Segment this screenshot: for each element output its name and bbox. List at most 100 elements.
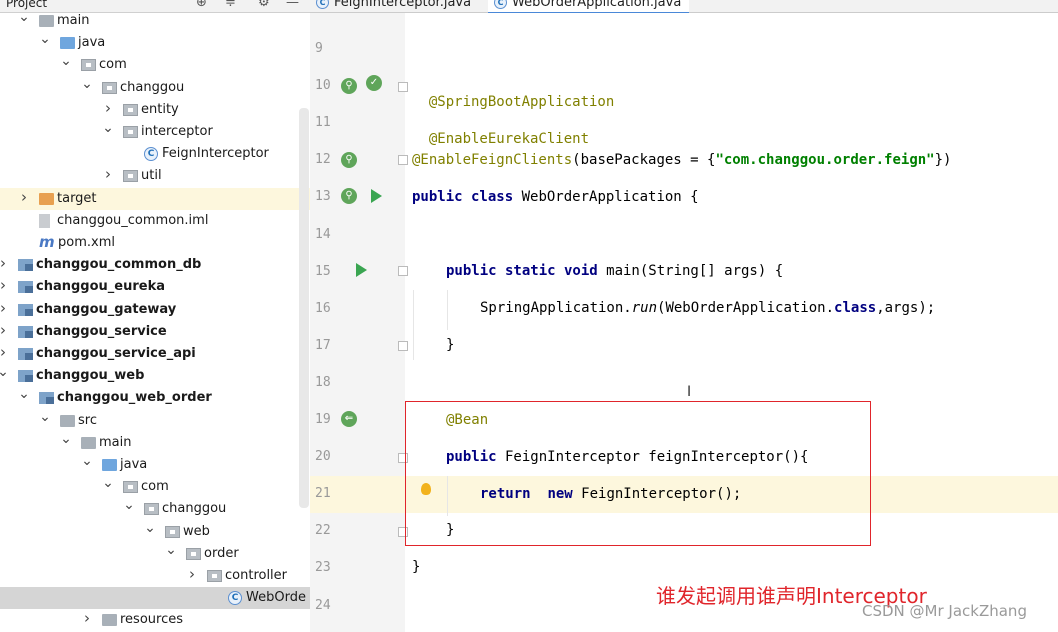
- tree-item[interactable]: › changgou_service: [0, 321, 310, 343]
- tree-item-label: com: [141, 479, 169, 495]
- spring-boot-icon[interactable]: ✓: [366, 75, 382, 91]
- fold-icon[interactable]: [398, 341, 408, 351]
- tree-item[interactable]: ⌄ changgou: [0, 497, 310, 520]
- hide-icon[interactable]: —: [286, 0, 299, 10]
- tree-item[interactable]: C WebOrde: [0, 587, 310, 610]
- chevron-down-icon[interactable]: ⌄: [60, 53, 72, 69]
- tree-item[interactable]: ⌄ java: [0, 453, 310, 476]
- tree-item[interactable]: ⌄ main: [0, 9, 310, 32]
- package-icon: [186, 547, 201, 560]
- tree-item[interactable]: ⌄ com: [0, 475, 310, 498]
- tree-item[interactable]: › changgou_common_db: [0, 254, 310, 276]
- line-number: 23: [315, 560, 331, 576]
- module-icon: [18, 303, 33, 316]
- tree-item[interactable]: › controller: [0, 565, 310, 587]
- watermark: CSDN @Mr JackZhang: [862, 602, 1027, 620]
- tree-item[interactable]: › entity: [0, 99, 310, 121]
- chevron-right-icon[interactable]: ›: [102, 165, 114, 183]
- source-folder-icon: [102, 459, 117, 471]
- tree-item[interactable]: › target: [0, 187, 310, 210]
- chevron-right-icon[interactable]: ›: [0, 321, 9, 339]
- tree-item[interactable]: › changgou_service_api: [0, 343, 310, 365]
- folder-icon: [81, 436, 96, 449]
- code-line-11: @EnableEurekaClient: [412, 115, 589, 147]
- tree-item[interactable]: ⌄ interceptor: [0, 120, 310, 143]
- bean-icon[interactable]: ⇐: [341, 411, 357, 427]
- tree-item[interactable]: m pom.xml: [0, 232, 310, 254]
- chevron-down-icon[interactable]: ⌄: [60, 431, 72, 447]
- collapse-icon[interactable]: ≑: [225, 0, 236, 10]
- module-icon: [18, 325, 33, 338]
- excluded-folder-icon: [39, 192, 54, 205]
- tree-item[interactable]: › changgou_eureka: [0, 276, 310, 298]
- chevron-down-icon[interactable]: ⌄: [39, 409, 51, 425]
- class-icon: C: [494, 0, 507, 9]
- tree-item[interactable]: ⌄ java: [0, 31, 310, 54]
- tree-item[interactable]: ⌄ web: [0, 520, 310, 543]
- chevron-down-icon[interactable]: ⌄: [123, 497, 135, 513]
- chevron-right-icon[interactable]: ›: [102, 99, 114, 117]
- chevron-right-icon[interactable]: ›: [18, 188, 30, 206]
- fold-icon[interactable]: [398, 82, 408, 92]
- indent-guide: [413, 290, 414, 360]
- tree-item[interactable]: ⌄ changgou: [0, 76, 310, 99]
- chevron-right-icon[interactable]: ›: [0, 276, 9, 294]
- tree-item[interactable]: C FeignInterceptor: [0, 143, 310, 165]
- tree-item[interactable]: ⌄ changgou_web: [0, 364, 310, 387]
- line-number: 21: [315, 486, 331, 502]
- chevron-down-icon[interactable]: ⌄: [39, 31, 51, 47]
- chevron-down-icon[interactable]: ⌄: [81, 453, 93, 469]
- tree-item[interactable]: ⌄ changgou_web_order: [0, 386, 310, 409]
- fold-icon[interactable]: [398, 155, 408, 165]
- bean-icon[interactable]: ⚲: [341, 78, 357, 94]
- tree-item-label: changgou: [120, 79, 185, 95]
- tree-item[interactable]: ⌄ src: [0, 409, 310, 432]
- code-text: (basePackages = {: [572, 152, 716, 168]
- run-icon[interactable]: [356, 263, 367, 277]
- tree-item-label: interceptor: [141, 124, 213, 139]
- annotation: @SpringBootApplication: [428, 94, 615, 110]
- run-icon[interactable]: [371, 189, 382, 203]
- tree-item-label: changgou_web: [36, 368, 145, 384]
- line-number: 16: [315, 300, 331, 316]
- tree-item[interactable]: changgou_common.iml: [0, 210, 310, 232]
- chevron-down-icon[interactable]: ⌄: [0, 364, 9, 380]
- chevron-down-icon[interactable]: ⌄: [18, 386, 30, 402]
- string-literal: "com.changgou.order.feign": [715, 152, 935, 168]
- tree-item-label: src: [78, 412, 97, 428]
- tab-feign-interceptor[interactable]: C FeignInterceptor.java: [310, 0, 479, 12]
- tree-item-label: main: [57, 13, 90, 28]
- chevron-down-icon[interactable]: ⌄: [165, 542, 177, 558]
- tab-web-order-application[interactable]: C WebOrderApplication.java: [488, 0, 690, 14]
- module-icon: [18, 281, 33, 294]
- text-cursor-icon: I: [687, 384, 692, 400]
- module-icon: [18, 259, 33, 272]
- tree-item[interactable]: ⌄ order: [0, 542, 310, 565]
- chevron-down-icon[interactable]: ⌄: [144, 520, 156, 536]
- chevron-down-icon[interactable]: ⌄: [18, 9, 30, 25]
- chevron-down-icon[interactable]: ⌄: [102, 120, 114, 136]
- tree-item[interactable]: ⌄ com: [0, 53, 310, 76]
- tree-item-label: changgou_web_order: [57, 390, 212, 406]
- line-number: 9: [315, 41, 323, 56]
- bean-icon[interactable]: ⚲: [341, 152, 357, 168]
- chevron-down-icon[interactable]: ⌄: [102, 475, 114, 491]
- tree-item[interactable]: › changgou_gateway: [0, 299, 310, 321]
- chevron-right-icon[interactable]: ›: [186, 565, 198, 583]
- fold-icon[interactable]: [398, 266, 408, 276]
- tree-item-label: target: [57, 190, 97, 206]
- chevron-right-icon[interactable]: ›: [0, 299, 9, 317]
- folder-icon: [39, 15, 54, 27]
- tree-item[interactable]: › resources: [0, 609, 310, 631]
- code-line-16: SpringApplication.run(WebOrderApplicatio…: [480, 300, 935, 316]
- tree-item[interactable]: › util: [0, 165, 310, 187]
- bean-icon[interactable]: ⚲: [341, 188, 357, 204]
- chevron-right-icon[interactable]: ›: [0, 343, 9, 361]
- locate-icon[interactable]: ⊕: [196, 0, 207, 10]
- tree-item[interactable]: ⌄ main: [0, 431, 310, 454]
- gear-icon[interactable]: ⚙: [258, 0, 270, 10]
- chevron-down-icon[interactable]: ⌄: [81, 76, 93, 92]
- chevron-right-icon[interactable]: ›: [0, 254, 9, 272]
- project-scrollbar[interactable]: [299, 108, 309, 508]
- chevron-right-icon[interactable]: ›: [81, 609, 93, 627]
